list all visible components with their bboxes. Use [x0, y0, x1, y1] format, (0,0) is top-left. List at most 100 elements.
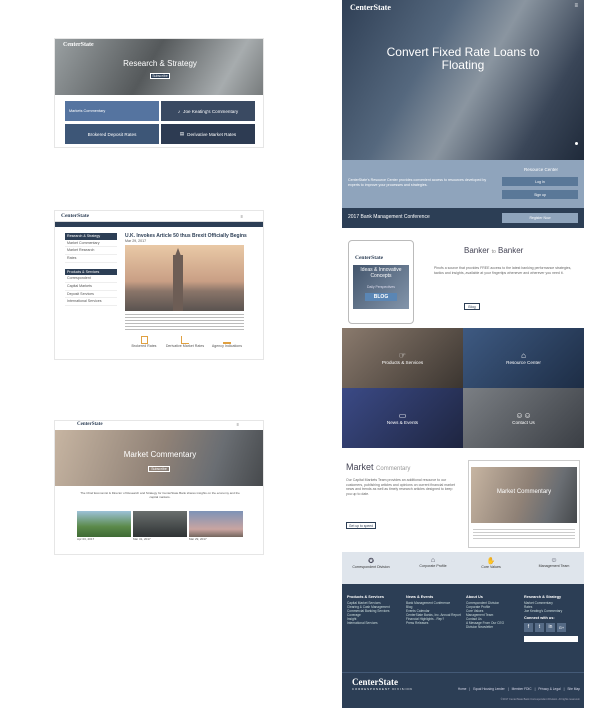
screenshot-homepage: CenterState ≡ Convert Fixed Rate Loans t… [342, 0, 584, 708]
tile-brokered-deposit[interactable]: Brokered Deposit Rates [65, 124, 159, 144]
icon-row: ✪ Correspondent Division ⌂ Corporate Pro… [342, 552, 584, 584]
phone-line2: Daily Perspectives [367, 285, 395, 289]
tile-products-services[interactable]: ☞ Products & Services [342, 328, 463, 388]
hero-title: Market Commentary [123, 450, 197, 459]
logo-tagline: CORRESPONDENT DIVISION [352, 687, 413, 691]
bar-chart-icon [223, 336, 231, 344]
connect-label: Connect with us: [524, 616, 555, 620]
sidebar-item[interactable]: Market Research [65, 247, 117, 256]
market-word: Market [346, 462, 374, 472]
sidebar-item[interactable]: International Services [65, 298, 117, 307]
bottom-links: Home | Equal Housing Lender | Member FDIC |… [458, 687, 580, 691]
bottom-link[interactable]: Site Map [567, 687, 580, 691]
subscribe-button[interactable]: Subscribe [148, 466, 170, 472]
register-button[interactable]: Register Now [502, 213, 578, 223]
footer-link[interactable]: Division Newsletter [466, 625, 522, 629]
sidebar-item[interactable]: Rates [65, 255, 117, 263]
copyright: ©2017 CenterState Bank Correspondent Div… [500, 698, 580, 701]
sidebar-item[interactable]: Deposit Services [65, 291, 117, 299]
banker-word: Banker [464, 246, 490, 255]
card-label: Brokered Rates [131, 344, 157, 348]
market-preview[interactable]: Market Commentary [468, 460, 580, 548]
card-derivative[interactable]: Derivative Market Rates [165, 336, 205, 356]
article-photo-big-ben [125, 245, 244, 311]
phone-mockup: CenterState Ideas & Innovative Concepts … [348, 240, 414, 324]
login-button[interactable]: Log In [502, 177, 578, 186]
footer: Products & Services Capital Market Servi… [342, 584, 584, 708]
menu-icon[interactable]: ≡ [237, 422, 239, 427]
icon-item-correspondent[interactable]: ✪ Correspondent Division [346, 557, 396, 569]
facebook-icon[interactable]: f [524, 623, 533, 632]
footer-link[interactable]: International Services [347, 621, 403, 625]
icon-item-core-values[interactable]: ✋ Core Values [466, 557, 516, 569]
icon-label: Management Team [538, 564, 570, 568]
tile-label: Resource Center [506, 360, 541, 365]
hero-title: Research & Strategy [123, 59, 197, 68]
separator: | [469, 687, 471, 691]
sidebar-item[interactable]: Capital Markets [65, 283, 117, 291]
card-agency[interactable]: Agency Indications [207, 336, 247, 356]
post-thumb-2[interactable] [133, 511, 187, 537]
article-body [125, 314, 244, 332]
footer-divider [342, 672, 584, 673]
footer-link[interactable]: Press Releases [406, 621, 464, 625]
signup-button[interactable]: Sign up [502, 190, 578, 199]
sidebar: Research & Strategy Market Commentary Ma… [65, 233, 117, 353]
menu-icon[interactable]: ≡ [574, 3, 578, 9]
building-icon: ⌂ [521, 351, 526, 360]
footer-search-input[interactable] [524, 636, 578, 642]
footer-col-1: Products & Services Capital Market Servi… [347, 595, 403, 625]
tile-news-events[interactable]: ▭ News & Events [342, 388, 463, 448]
bottom-link[interactable]: Privacy & Legal [538, 687, 560, 691]
footer-link[interactable]: Joe Keating's Commentary [524, 609, 580, 613]
sidebar-head: Research & Strategy [65, 233, 117, 240]
commentary-word: Commentary [376, 466, 411, 472]
bottom-link[interactable]: Member FDIC [512, 687, 532, 691]
phone-blog-badge: BLOG [365, 293, 397, 301]
preview-banner: Market Commentary [471, 467, 577, 523]
sidebar-item[interactable]: Correspondent [65, 275, 117, 284]
building-icon: ⌂ [430, 557, 436, 564]
separator: | [534, 687, 536, 691]
preview-lines [473, 529, 575, 541]
hero-dot[interactable] [575, 142, 578, 145]
tile-joe-keating[interactable]: ♪ Joe Keating's Commentary [161, 101, 255, 121]
mic-icon: ♪ [177, 108, 181, 114]
footer-logo: CenterState CORRESPONDENT DIVISION [352, 677, 413, 691]
get-up-to-speed-button[interactable]: Get up to speed [346, 522, 376, 529]
people-icon: ☺☺ [515, 411, 532, 420]
icon-item-management[interactable]: ☺ Management Team [528, 557, 580, 568]
tile-markets-commentary[interactable]: Markets Commentary [65, 101, 159, 121]
post-thumb-3[interactable] [189, 511, 243, 537]
bottom-link[interactable]: Home [458, 687, 467, 691]
tile-resource-center[interactable]: ⌂ Resource Center [463, 328, 584, 388]
bottom-link[interactable]: Equal Housing Lender [473, 687, 505, 691]
logo: CenterState [61, 213, 90, 219]
footer-col-2: News & Events Bank Management Conference… [406, 595, 464, 625]
linkedin-icon[interactable]: in [546, 623, 555, 632]
phone-line1: Ideas & Innovative Concepts [360, 267, 402, 279]
banker-title: Banker to Banker [464, 246, 523, 255]
card-brokered[interactable]: Brokered Rates [125, 336, 163, 356]
menu-icon[interactable]: ≡ [241, 214, 243, 219]
resource-band: Resource Center CenterState's Resource C… [342, 160, 584, 208]
post-thumb-1[interactable] [77, 511, 131, 537]
sidebar-item[interactable]: Market Commentary [65, 240, 117, 248]
blog-button[interactable]: Blog [464, 303, 480, 310]
logo: CenterState [77, 422, 103, 427]
phone-logo: CenterState [355, 255, 384, 261]
card-label: Agency Indications [211, 344, 243, 348]
separator: | [507, 687, 509, 691]
twitter-icon[interactable]: t [535, 623, 544, 632]
footer-head: Products & Services [347, 595, 384, 599]
hero-banner: Market Commentary Subscribe [55, 430, 263, 486]
google-plus-icon[interactable]: G+ [557, 623, 566, 632]
monitor-icon: ▭ [398, 411, 407, 420]
footer-col-3: About Us Correspondent Division Corporat… [466, 595, 522, 629]
tile-contact-us[interactable]: ☺☺ Contact Us [463, 388, 584, 448]
tile-derivative-rates[interactable]: ▤ Derivative Market Rates [161, 124, 255, 144]
top-bar: CenterState ≡ [55, 211, 263, 222]
logo: CenterState [63, 42, 94, 48]
icon-item-corporate[interactable]: ⌂ Corporate Profile [408, 557, 458, 568]
subscribe-button[interactable]: Subscribe [150, 73, 170, 79]
